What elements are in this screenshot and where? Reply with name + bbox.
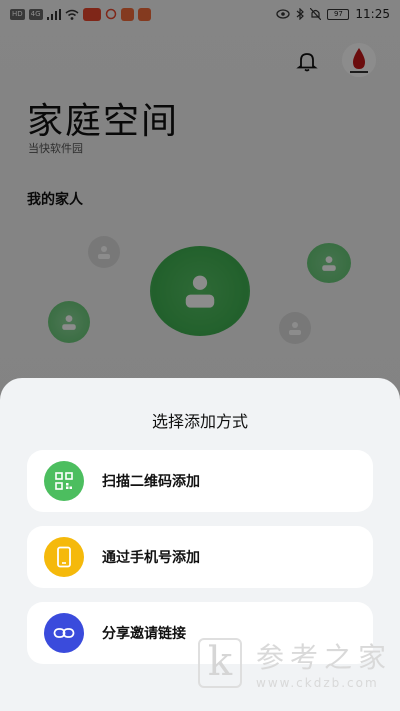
watermark-logo: k — [198, 638, 242, 688]
option-phone[interactable]: 通过手机号添加 — [27, 526, 373, 588]
link-icon — [53, 628, 75, 638]
phone-icon-circle — [44, 537, 84, 577]
sheet-title: 选择添加方式 — [151, 412, 248, 431]
watermark-text: 参考之家 — [256, 641, 393, 674]
option-label: 通过手机号添加 — [102, 550, 200, 566]
option-label: 分享邀请链接 — [102, 626, 186, 642]
qr-icon-circle — [44, 461, 84, 501]
watermark: k 参考之家 www.ckdzb.com — [198, 634, 398, 700]
option-label: 扫描二维码添加 — [102, 474, 200, 490]
link-icon-circle — [44, 613, 84, 653]
qr-code-icon — [55, 472, 73, 490]
phone-icon — [57, 546, 71, 568]
watermark-url: www.ckdzb.com — [256, 676, 379, 690]
option-scan-qr[interactable]: 扫描二维码添加 — [27, 450, 373, 512]
